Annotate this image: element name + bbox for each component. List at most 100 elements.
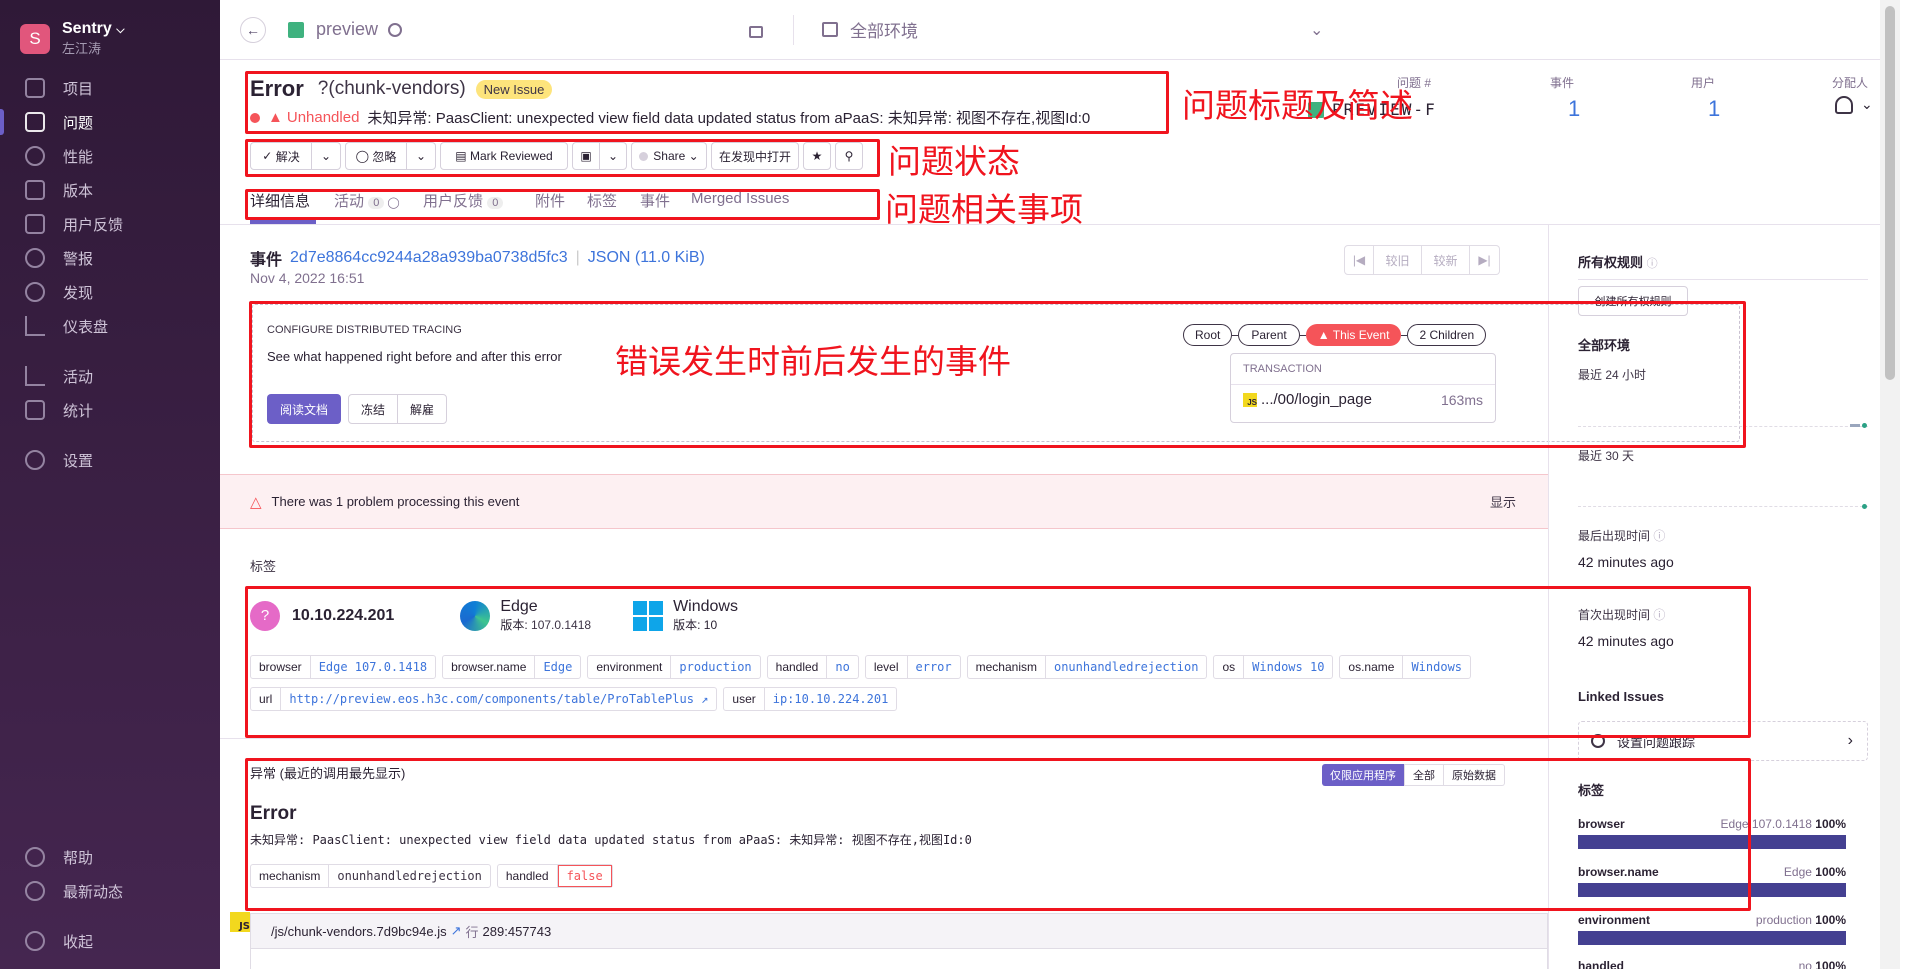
sidebar-item-settings[interactable]: 设置 [0,443,220,477]
tag-percent: 100% [1815,959,1846,969]
sidebar-item-dashboards[interactable]: 仪表盘 [0,309,220,343]
org-avatar: S [20,23,50,54]
annotation-label-status: 问题状态 [888,142,1020,181]
tag-distribution-row[interactable]: environment production 100% [1578,913,1846,945]
broadcast-icon [25,881,45,901]
back-button[interactable]: ← [240,16,266,43]
last-seen-value[interactable]: 42 minutes ago [1578,554,1674,570]
javascript-icon: JS [230,912,250,932]
tag-key: environment [1578,913,1651,927]
newer-event-button[interactable]: 较新 [1422,245,1470,275]
events-count[interactable]: 1 [1568,96,1580,122]
users-label: 用户 [1691,76,1716,90]
sidebar-item-issues[interactable]: 问题 [0,105,220,139]
org-user: 左江涛 [62,41,102,56]
event-label: 事件 [250,252,283,269]
skip-start-icon: |◀ [1352,253,1366,267]
older-event-button[interactable]: 较旧 [1374,245,1422,275]
annotation-label-tracing: 错误发生时前后发生的事件 [615,342,1011,381]
annotation-box-title [245,71,1169,134]
divider [793,14,795,45]
annotation-label-title: 问题标题及简述 [1182,86,1413,125]
sidebar-collapse[interactable]: 收起 [0,924,220,958]
sidebar-item-feedback[interactable]: 用户反馈 [0,207,220,241]
sidebar-item-label: 帮助 [63,849,94,867]
last-event-button[interactable]: ▶| [1470,245,1500,275]
event-navigation: |◀ 较旧 较新 ▶| [1344,245,1500,275]
right-sidebar: 所有权规则 ⓘ [1578,252,1868,280]
chart-icon [25,316,45,336]
divider [220,738,1548,739]
org-switcher[interactable]: S Sentry ⌵ 左江涛 [20,20,125,57]
sidebar: S Sentry ⌵ 左江涛 项目 问题 性能 版本 用户反馈 警报 发现 仪表… [0,0,220,969]
annotation-box-related [245,189,880,220]
sidebar-item-label: 项目 [63,80,94,98]
sidebar-item-label: 版本 [63,182,94,200]
tags-section-title: 标签 [250,559,277,574]
stack-frame[interactable]: /js/chunk-vendors.7d9bc94e.js ↗ 行 289:45… [250,913,1548,949]
sidebar-item-label: 问题 [63,114,94,132]
sidebar-item-stats[interactable]: 统计 [0,393,220,427]
sidebar-item-activity[interactable]: 活动 [0,359,220,393]
problem-text: There was 1 problem processing this even… [271,494,520,509]
sidebar-item-alerts[interactable]: 警报 [0,241,220,275]
sidebar-item-projects[interactable]: 项目 [0,71,220,105]
json-link[interactable]: JSON (11.0 KiB) [588,249,705,267]
external-link-icon[interactable]: ↗ [451,923,462,939]
sidebar-item-label: 最新动态 [63,883,124,901]
first-event-button[interactable]: |◀ [1344,245,1374,275]
tag-top-value: no [1798,959,1812,969]
sidebar-item-label: 收起 [63,933,94,951]
feedback-icon [25,214,45,234]
arrow-left-icon: ← [246,21,260,38]
ownership-text: 所有权规则 [1578,255,1644,270]
project-name[interactable]: preview [316,19,378,40]
event-date: Nov 4, 2022 16:51 [250,270,365,286]
project-settings-gear-icon[interactable] [388,22,403,37]
event-id-link[interactable]: 2d7e8864cc9244a28a939ba0738d5fc3 [290,249,568,267]
issues-icon [25,112,45,132]
stats-icon [25,400,45,420]
lock-icon[interactable] [749,25,764,38]
sidebar-item-label: 警报 [63,250,94,268]
sidebar-item-discover[interactable]: 发现 [0,275,220,309]
list-icon [25,366,45,386]
top-bar: ← preview 全部环境 ⌄ [220,0,1900,60]
sidebar-item-releases[interactable]: 版本 [0,173,220,207]
telescope-icon [25,282,45,302]
question-icon [25,847,45,867]
problem-banner: △ There was 1 problem processing this ev… [220,474,1548,529]
main-content: ← preview 全部环境 ⌄ Error ?(chunk-vendors) … [220,0,1900,969]
scrollbar[interactable] [1880,0,1900,969]
sidebar-item-help[interactable]: 帮助 [0,840,220,874]
org-name: Sentry ⌵ [62,20,125,37]
warning-icon: △ [250,493,262,511]
collapse-icon [25,931,45,951]
tag-distribution-row[interactable]: handled no 100% [1578,959,1846,969]
sidebar-item-label: 统计 [63,402,94,420]
package-icon [25,180,45,200]
show-problems-button[interactable]: 显示 [1490,492,1516,511]
chevron-down-icon: ⌵ [116,24,125,36]
scrollbar-thumb[interactable] [1885,6,1895,380]
skip-end-icon: ▶| [1478,253,1491,267]
projects-icon [25,78,45,98]
users-count[interactable]: 1 [1708,96,1720,122]
environment-selector[interactable]: 全部环境 [850,17,1310,42]
divider: | [575,249,580,266]
tag-percent: 100% [1815,913,1846,927]
sidebar-item-performance[interactable]: 性能 [0,139,220,173]
info-icon[interactable]: ⓘ [1653,529,1665,543]
last-seen-label: 最后出现时间 ⓘ [1578,527,1665,544]
sparkline-30d[interactable] [1578,500,1868,512]
info-icon[interactable]: ⓘ [1647,258,1658,270]
frame-line-number: 289:457743 [482,923,552,939]
assignee-label: 分配人 [1832,76,1869,90]
stack-frame-context [250,949,1548,969]
tag-percent: 100% [1815,817,1846,831]
chevron-down-icon[interactable]: ⌄ [1310,20,1323,40]
events-label: 事件 [1550,76,1575,90]
sidebar-item-label: 发现 [63,284,94,302]
assignee-selector[interactable]: ⌄ [1835,96,1873,114]
sidebar-item-whats-new[interactable]: 最新动态 [0,874,220,908]
